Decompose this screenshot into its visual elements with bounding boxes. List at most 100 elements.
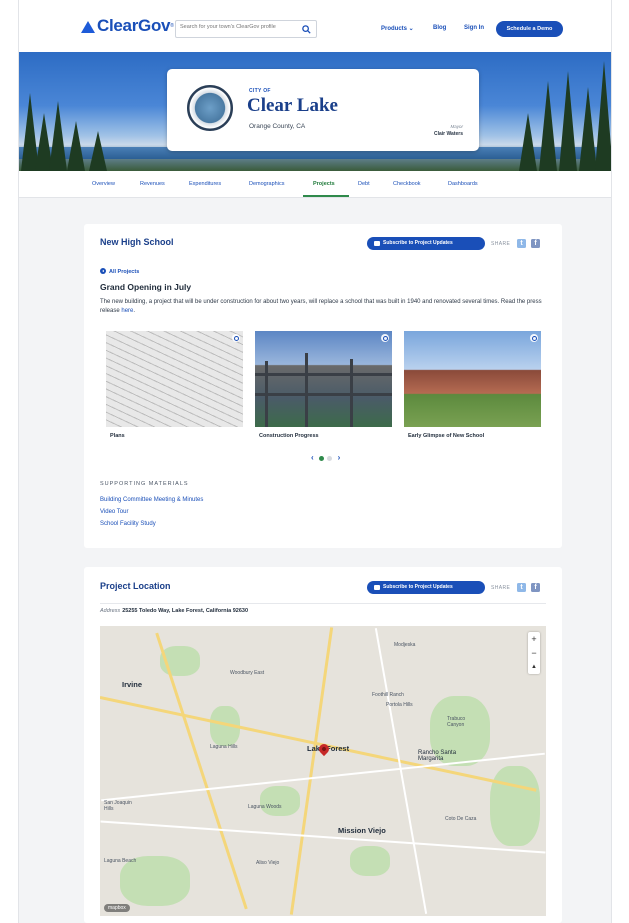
carousel-dot[interactable]: [319, 455, 325, 461]
tab-checkbook[interactable]: Checkbook: [393, 181, 421, 187]
tree-decoration: [67, 121, 85, 171]
tab-projects[interactable]: Projects: [313, 181, 335, 187]
search-icon[interactable]: [301, 24, 312, 35]
map-label: Rancho Santa Margarita: [418, 750, 457, 762]
share-label: SHARE: [491, 585, 511, 591]
city-name: Clear Lake: [247, 95, 338, 116]
tree-decoration: [539, 81, 557, 171]
map-park: [260, 786, 300, 816]
map-highway: [289, 627, 334, 915]
tab-dashboards[interactable]: Dashboards: [448, 181, 478, 187]
twitter-icon[interactable]: t: [517, 239, 526, 248]
map-label: Laguna Hills: [210, 744, 238, 750]
supporting-link[interactable]: Building Committee Meeting & Minutes: [100, 497, 203, 503]
map-label: Trabuco Canyon: [447, 716, 466, 728]
project-description: The new building, a project that will be…: [100, 298, 552, 316]
hero-banner: CITY OF Clear Lake Orange County, CA May…: [19, 52, 611, 171]
twitter-icon[interactable]: t: [517, 583, 526, 592]
gallery-caption: Construction Progress: [259, 433, 319, 439]
products-menu[interactable]: Products ⌄: [381, 25, 414, 32]
map-label: San Joaquin Hills: [104, 800, 132, 812]
zoom-icon[interactable]: [381, 334, 389, 342]
tree-decoration: [89, 131, 107, 171]
tab-debt[interactable]: Debt: [358, 181, 370, 187]
profile-search: [175, 20, 317, 38]
description-end: .: [133, 308, 136, 314]
map-zoom-controls: + − ▲: [528, 632, 540, 674]
county-label: Orange County, CA: [249, 123, 306, 130]
zoom-out-button[interactable]: −: [528, 646, 540, 660]
address-row: Address 25255 Toledo Way, Lake Forest, Ca…: [100, 608, 248, 614]
facebook-icon[interactable]: f: [531, 583, 540, 592]
tree-decoration: [519, 113, 537, 171]
tab-revenues[interactable]: Revenues: [140, 181, 165, 187]
project-location-card: Project Location Subscribe to Project Up…: [84, 567, 562, 923]
subscribe-updates-button[interactable]: Subscribe to Project Updates: [367, 237, 485, 250]
map-label: Portola Hills: [386, 702, 413, 708]
zoom-icon[interactable]: [530, 334, 538, 342]
facebook-icon[interactable]: f: [531, 239, 540, 248]
supporting-link[interactable]: Video Tour: [100, 509, 128, 515]
address-value: 25255 Toledo Way, Lake Forest, Californi…: [122, 608, 249, 614]
gallery-image-construction[interactable]: [255, 331, 392, 427]
map-label: Foothill Ranch: [372, 692, 404, 698]
section-tabs: Overview Revenues Expenditures Demograph…: [19, 171, 611, 198]
sign-in-link[interactable]: Sign In: [464, 25, 484, 31]
map-road: [100, 820, 546, 854]
subscribe-label: Subscribe to Project Updates: [383, 584, 453, 590]
location-map[interactable]: Irvine Lake Forest Rancho Santa Margarit…: [100, 626, 546, 916]
gallery-image-plans[interactable]: [106, 331, 243, 427]
mapbox-logo[interactable]: mapbox: [104, 904, 130, 912]
location-title: Project Location: [100, 581, 171, 591]
mail-icon: [374, 585, 380, 590]
project-title: New High School: [100, 237, 174, 247]
gallery-caption: Plans: [110, 433, 125, 439]
all-projects-label: All Projects: [109, 269, 140, 275]
back-arrow-icon: [100, 268, 106, 274]
steel-beam: [255, 373, 392, 376]
subscribe-label: Subscribe to Project Updates: [383, 240, 453, 246]
cleargov-logo-icon: [81, 19, 95, 33]
map-label: Laguna Beach: [104, 858, 137, 864]
tab-overview[interactable]: Overview: [92, 181, 115, 187]
all-projects-link[interactable]: All Projects: [100, 268, 139, 275]
gallery-caption: Early Glimpse of New School: [408, 433, 485, 439]
chevron-right-icon[interactable]: ›: [338, 454, 341, 462]
gallery-image-school[interactable]: [404, 331, 541, 427]
tab-expenditures[interactable]: Expenditures: [189, 181, 221, 187]
top-navigation: ClearGov ® Products ⌄ Blog Sign In Sched…: [19, 0, 611, 52]
map-label: Coto De Caza: [445, 816, 477, 822]
blog-link[interactable]: Blog: [433, 25, 446, 31]
carousel-dot[interactable]: [327, 455, 333, 461]
active-tab-indicator: [303, 195, 349, 197]
supporting-link[interactable]: School Facility Study: [100, 521, 156, 527]
city-of-label: CITY OF: [249, 88, 271, 94]
search-input[interactable]: [180, 24, 296, 30]
cleargov-logo[interactable]: ClearGov ®: [81, 16, 174, 36]
zoom-in-button[interactable]: +: [528, 632, 540, 646]
divider: [100, 603, 546, 604]
map-label: Irvine: [122, 680, 143, 689]
project-headline: Grand Opening in July: [100, 282, 192, 292]
map-label: Modjeska: [394, 642, 416, 648]
compass-north-icon[interactable]: ▲: [528, 660, 540, 674]
map-label: Laguna Woods: [248, 804, 282, 810]
schedule-demo-button[interactable]: Schedule a Demo: [496, 21, 563, 37]
tree-decoration: [49, 101, 67, 171]
chevron-left-icon[interactable]: ‹: [311, 454, 314, 462]
subscribe-updates-button[interactable]: Subscribe to Project Updates: [367, 581, 485, 594]
zoom-icon[interactable]: [232, 334, 240, 342]
mayor-name: Clair Waters: [434, 131, 463, 137]
city-header-card: CITY OF Clear Lake Orange County, CA May…: [167, 69, 479, 151]
map-label: Woodbury East: [230, 670, 265, 676]
press-release-link[interactable]: here: [121, 308, 133, 314]
map-park: [490, 766, 540, 846]
tree-decoration: [595, 61, 611, 171]
map-park: [350, 846, 390, 876]
map-label: Aliso Viejo: [256, 860, 280, 866]
steel-beam: [305, 353, 308, 427]
tab-demographics[interactable]: Demographics: [249, 181, 284, 187]
address-label: Address: [100, 608, 121, 614]
steel-beam: [255, 393, 392, 396]
page-frame: ClearGov ® Products ⌄ Blog Sign In Sched…: [18, 0, 612, 923]
